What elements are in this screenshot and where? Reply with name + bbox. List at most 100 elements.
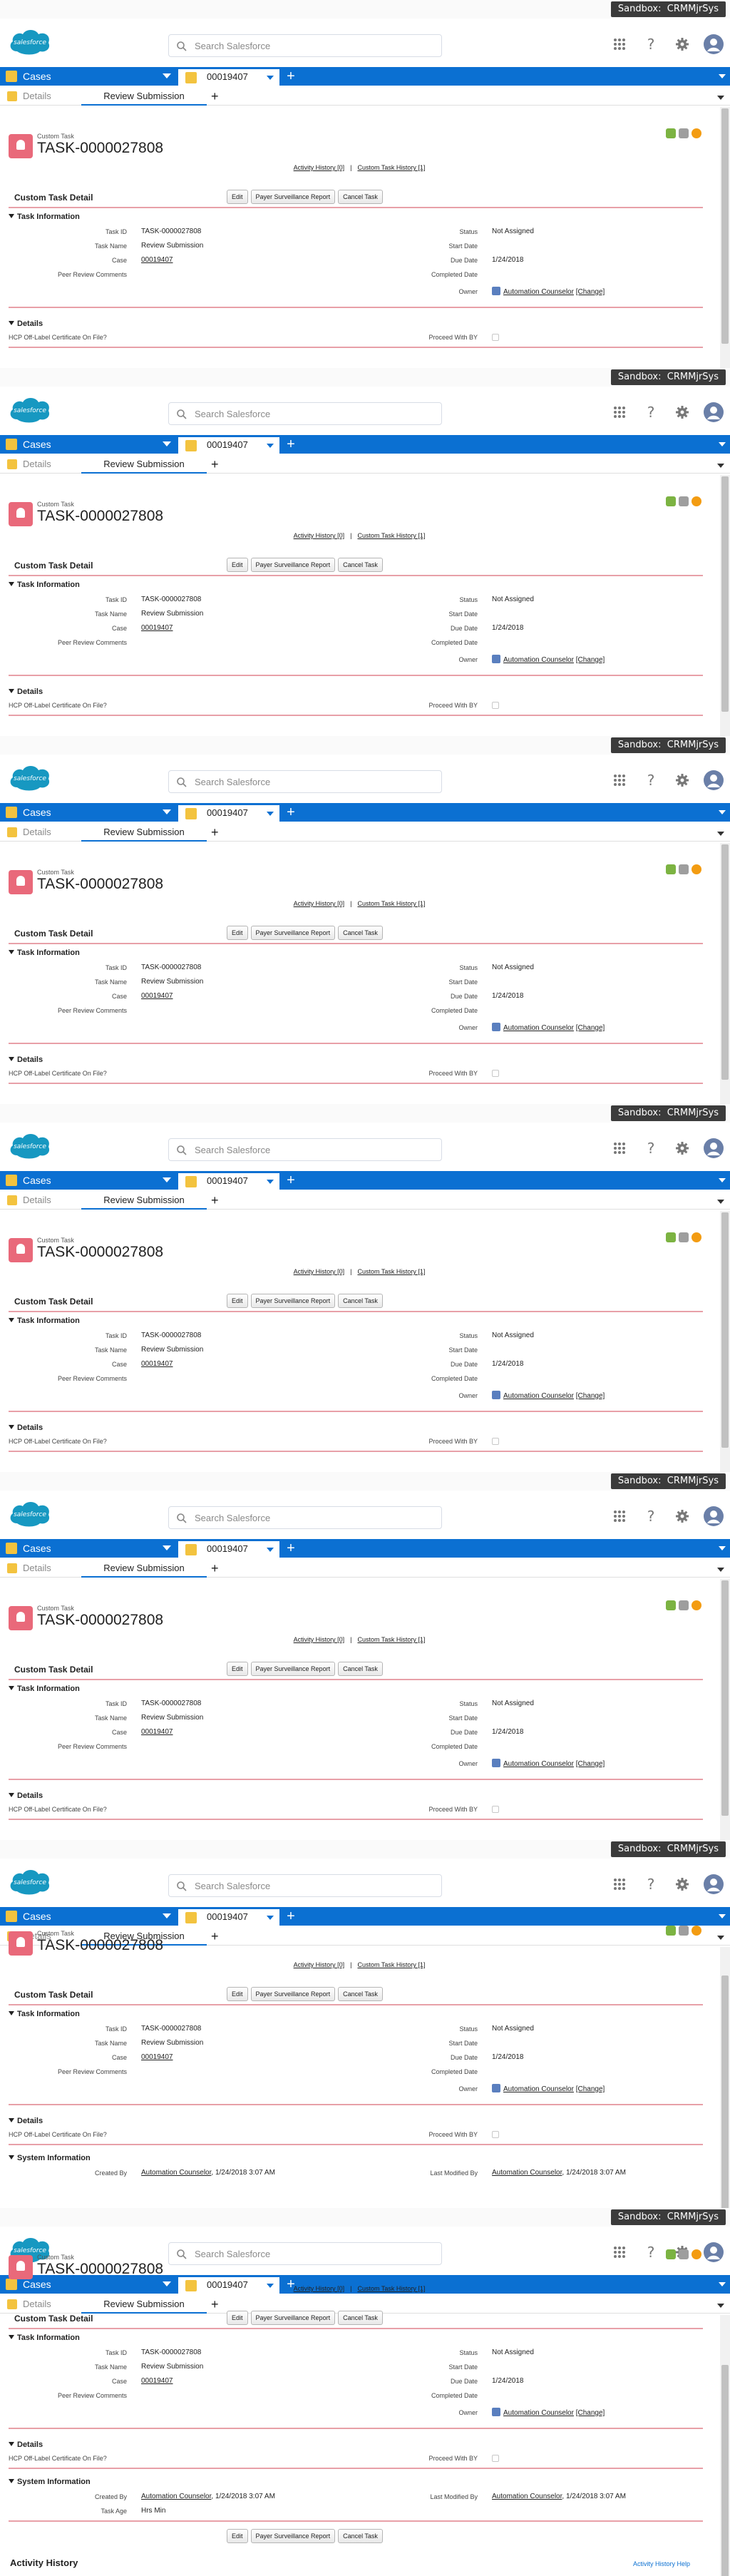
payer-surveillance-report-button[interactable]: Payer Surveillance Report: [250, 2529, 336, 2543]
payer-surveillance-report-button[interactable]: Payer Surveillance Report: [250, 1987, 336, 2001]
add-tab-button[interactable]: +: [284, 803, 298, 822]
edit-button[interactable]: Edit: [227, 1987, 248, 2001]
gear-icon[interactable]: [672, 1506, 693, 1527]
change-owner-link[interactable]: [Change]: [576, 656, 605, 664]
help-icon[interactable]: ?: [640, 34, 662, 55]
section-task-information[interactable]: Task Information: [9, 949, 80, 957]
gear-icon[interactable]: [672, 34, 693, 55]
payer-surveillance-report-button[interactable]: Payer Surveillance Report: [250, 1294, 336, 1308]
edit-layout-icon[interactable]: [666, 1926, 676, 1936]
payer-surveillance-report-button[interactable]: Payer Surveillance Report: [250, 1662, 336, 1676]
chevron-down-icon[interactable]: [719, 2282, 726, 2286]
print-icon[interactable]: [679, 2249, 689, 2259]
created-by-link[interactable]: Automation Counselor: [141, 2169, 211, 2177]
activity-history-link[interactable]: Activity History [0]: [294, 1268, 345, 1275]
section-details[interactable]: Details: [9, 1792, 43, 1800]
print-icon[interactable]: [679, 1600, 689, 1610]
section-details[interactable]: Details: [9, 2440, 43, 2449]
case-link[interactable]: 00019407: [141, 1360, 173, 1368]
cancel-task-button[interactable]: Cancel Task: [338, 2529, 383, 2543]
case-link[interactable]: 00019407: [141, 2377, 173, 2385]
section-details[interactable]: Details: [9, 1056, 43, 1064]
subtab-review-submission[interactable]: Review Submission: [81, 824, 207, 842]
add-subtab-button[interactable]: +: [211, 456, 219, 474]
payer-surveillance-report-button[interactable]: Payer Surveillance Report: [250, 926, 336, 940]
owner-link[interactable]: Automation Counselor: [503, 1760, 574, 1768]
owner-link[interactable]: Automation Counselor: [503, 1392, 574, 1400]
user-avatar[interactable]: [703, 1138, 724, 1159]
owner-link[interactable]: Automation Counselor: [503, 1024, 574, 1032]
edit-layout-icon[interactable]: [666, 1600, 676, 1610]
edit-button[interactable]: Edit: [227, 558, 248, 572]
custom-task-history-link[interactable]: Custom Task History [1]: [357, 532, 425, 539]
section-task-information[interactable]: Task Information: [9, 2334, 80, 2342]
change-owner-link[interactable]: [Change]: [576, 288, 605, 296]
edit-button[interactable]: Edit: [227, 190, 248, 204]
help-page-icon[interactable]: [692, 128, 701, 138]
print-icon[interactable]: [679, 864, 689, 874]
app-launcher-icon[interactable]: [609, 1506, 630, 1527]
add-subtab-button[interactable]: +: [211, 824, 219, 842]
custom-task-history-link[interactable]: Custom Task History [1]: [357, 1636, 425, 1643]
edit-layout-icon[interactable]: [666, 128, 676, 138]
cancel-task-button[interactable]: Cancel Task: [338, 1294, 383, 1308]
cancel-task-button[interactable]: Cancel Task: [338, 1987, 383, 2001]
subtab-review-submission[interactable]: Review Submission: [81, 456, 207, 474]
subtab-review-submission[interactable]: Review Submission: [81, 88, 207, 106]
owner-link[interactable]: Automation Counselor: [503, 656, 574, 664]
payer-surveillance-report-button[interactable]: Payer Surveillance Report: [250, 190, 336, 204]
custom-task-history-link[interactable]: Custom Task History [1]: [357, 900, 425, 907]
help-page-icon[interactable]: [692, 2249, 701, 2259]
help-icon[interactable]: ?: [640, 1506, 662, 1527]
section-details[interactable]: Details: [9, 2117, 43, 2125]
help-page-icon[interactable]: [692, 1926, 701, 1936]
app-launcher-icon[interactable]: [609, 1874, 630, 1895]
custom-task-history-link[interactable]: Custom Task History [1]: [357, 2285, 425, 2292]
subtab-details[interactable]: Details: [7, 456, 51, 474]
add-subtab-button[interactable]: +: [211, 88, 219, 106]
nav-item-cases[interactable]: Cases: [0, 67, 175, 86]
add-subtab-button[interactable]: +: [211, 1192, 219, 1210]
section-task-information[interactable]: Task Information: [9, 2010, 80, 2018]
chevron-down-icon[interactable]: [719, 810, 726, 814]
activity-history-link[interactable]: Activity History [0]: [294, 164, 345, 171]
chevron-down-icon[interactable]: [717, 464, 724, 468]
owner-link[interactable]: Automation Counselor: [503, 2409, 574, 2417]
app-launcher-icon[interactable]: [609, 402, 630, 423]
scrollbar-thumb[interactable]: [721, 1212, 729, 1448]
add-tab-button[interactable]: +: [284, 435, 298, 454]
case-number-link[interactable]: 00019407: [141, 1360, 173, 1368]
scrollbar[interactable]: [720, 843, 730, 1104]
section-task-information[interactable]: Task Information: [9, 1685, 80, 1693]
gear-icon[interactable]: [672, 770, 693, 791]
chevron-down-icon[interactable]: [717, 96, 724, 100]
chevron-down-icon[interactable]: [163, 809, 171, 814]
custom-task-history-link[interactable]: Custom Task History [1]: [357, 1268, 425, 1275]
add-tab-button[interactable]: +: [284, 1539, 298, 1558]
user-avatar[interactable]: [703, 34, 724, 55]
chevron-down-icon[interactable]: [719, 74, 726, 78]
case-number-link[interactable]: 00019407: [141, 1728, 173, 1736]
chevron-down-icon[interactable]: [717, 832, 724, 836]
change-owner-link[interactable]: [Change]: [576, 1760, 605, 1768]
case-number-link[interactable]: 00019407: [141, 2377, 173, 2385]
user-avatar[interactable]: [703, 402, 724, 423]
activity-history-link[interactable]: Activity History [0]: [294, 1636, 345, 1643]
help-page-icon[interactable]: [692, 1600, 701, 1610]
nav-item-cases[interactable]: Cases: [0, 803, 175, 822]
subtab-review-submission[interactable]: Review Submission: [81, 1192, 207, 1210]
add-subtab-button[interactable]: +: [211, 1560, 219, 1578]
payer-surveillance-report-button[interactable]: Payer Surveillance Report: [250, 2311, 336, 2325]
salesforce-logo-icon[interactable]: salesforce: [7, 1498, 53, 1529]
subtab-details[interactable]: Details: [7, 88, 51, 106]
chevron-down-icon[interactable]: [717, 1568, 724, 1572]
edit-button[interactable]: Edit: [227, 2529, 248, 2543]
chevron-down-icon[interactable]: [719, 442, 726, 446]
scrollbar[interactable]: [720, 475, 730, 736]
workspace-tab-case[interactable]: 00019407: [178, 1539, 279, 1558]
scrollbar-thumb[interactable]: [721, 844, 729, 1080]
salesforce-logo-icon[interactable]: salesforce: [7, 26, 53, 57]
section-system-information[interactable]: System Information: [9, 2154, 91, 2162]
chevron-down-icon[interactable]: [719, 1914, 726, 1918]
subtab-details[interactable]: Details: [7, 1192, 51, 1210]
